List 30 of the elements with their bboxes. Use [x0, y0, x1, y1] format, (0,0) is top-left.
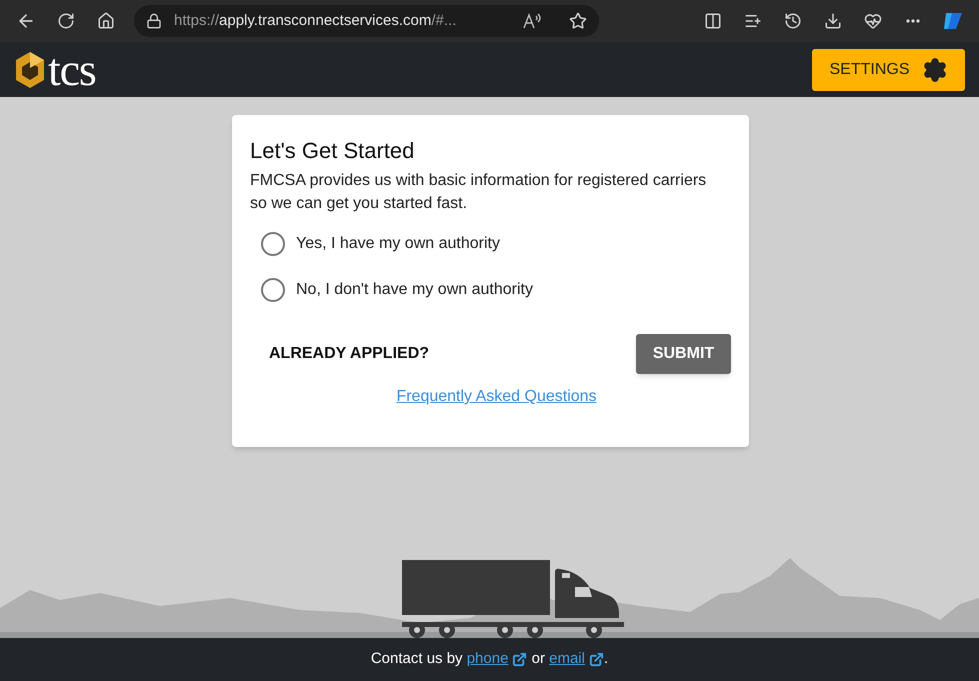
settings-button[interactable]: SETTINGS: [812, 48, 965, 90]
split-screen-icon: [704, 12, 722, 30]
download-icon: [824, 12, 842, 30]
more-icon: [906, 19, 920, 23]
already-applied-button[interactable]: ALREADY APPLIED?: [269, 342, 430, 366]
external-link-icon: [588, 652, 604, 667]
logo-icon: [14, 50, 46, 90]
lock-icon: [146, 13, 162, 29]
home-icon: [97, 12, 115, 30]
contact-text: Contact us by phone or email .: [370, 648, 608, 671]
heart-pulse-icon: [864, 12, 882, 30]
gear-icon: [922, 56, 948, 82]
favorite-icon[interactable]: [569, 12, 587, 30]
radio-button[interactable]: [261, 232, 285, 256]
radio-option[interactable]: No, I don't have my own authority: [261, 278, 731, 302]
radio-button[interactable]: [261, 278, 285, 302]
card-description: FMCSA provides us with basic information for registered carriers so we can get you started fast.: [250, 171, 708, 214]
phone-link[interactable]: phone: [466, 648, 528, 671]
radio-option[interactable]: Yes, I have my own authority: [261, 232, 731, 256]
email-link[interactable]: email: [549, 648, 604, 671]
card-title: Let's Get Started: [250, 137, 416, 165]
logo-text: tcs: [48, 46, 96, 92]
refresh-icon: [57, 12, 75, 30]
read-aloud-icon[interactable]: [523, 13, 541, 29]
url-text: https://apply.transconnectservices.com/#...: [174, 10, 456, 31]
submit-button[interactable]: SUBMIT: [636, 334, 731, 374]
history-icon: [784, 12, 802, 30]
favorites-icon: [744, 12, 762, 30]
address-bar[interactable]: https://apply.transconnectservices.com/#...: [134, 5, 599, 37]
external-link-icon: [512, 652, 528, 667]
